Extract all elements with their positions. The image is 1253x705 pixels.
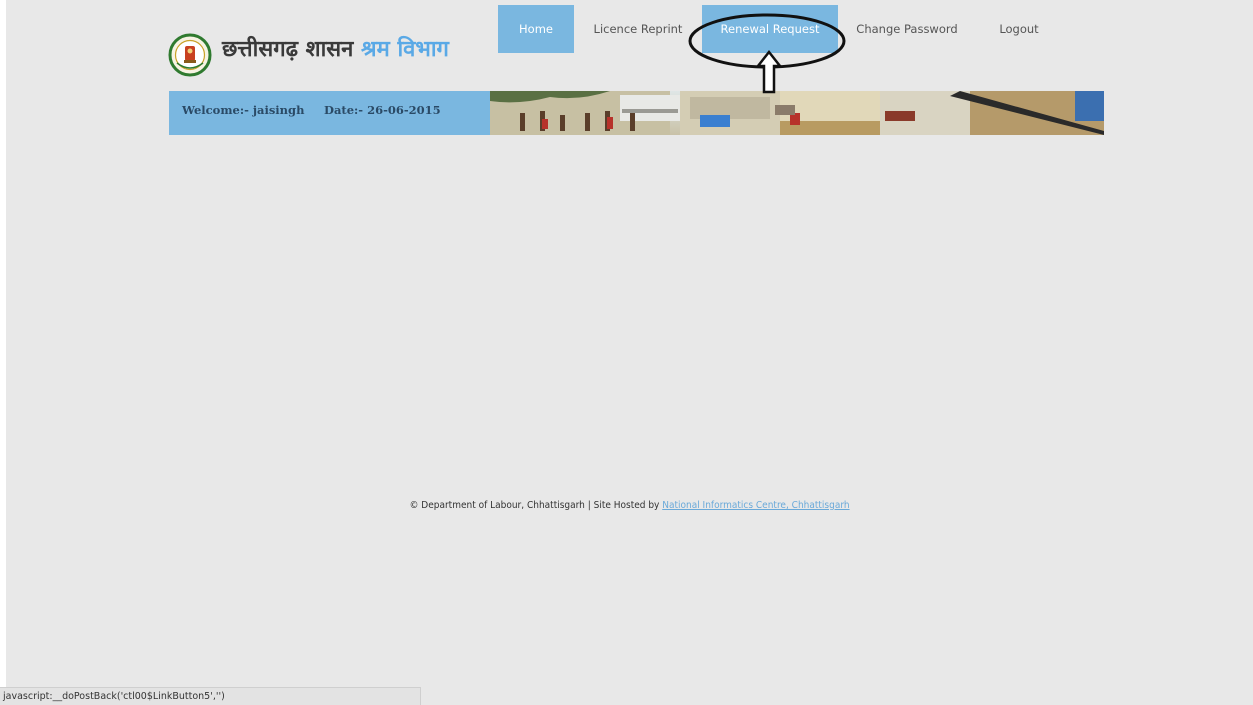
footer: © Department of Labour, Chhattisgarh | S… xyxy=(6,500,1253,511)
site-title: छत्तीसगढ़ शासन श्रम विभाग xyxy=(222,33,449,63)
nav-renewal-request[interactable]: Renewal Request xyxy=(702,5,838,53)
nav-licence-reprint[interactable]: Licence Reprint xyxy=(580,5,696,53)
site-title-department: श्रम विभाग xyxy=(361,36,449,62)
nav-change-password[interactable]: Change Password xyxy=(844,5,970,53)
welcome-bar: Welcome:- jaisingh Date:- 26-06-2015 xyxy=(169,91,490,135)
browser-status-bar: javascript:__doPostBack('ctl00$LinkButto… xyxy=(0,687,421,705)
state-emblem-icon xyxy=(168,33,212,77)
site-title-state: छत्तीसगढ़ शासन xyxy=(222,36,354,62)
welcome-text: Welcome:- jaisingh xyxy=(182,103,305,117)
banner-image xyxy=(490,91,1104,135)
footer-copyright: © Department of Labour, Chhattisgarh | S… xyxy=(409,500,660,511)
date-text: Date:- 26-06-2015 xyxy=(324,103,441,117)
nav-logout[interactable]: Logout xyxy=(976,5,1062,53)
page: छत्तीसगढ़ शासन श्रम विभाग Home Licence R… xyxy=(6,0,1253,705)
nav-home[interactable]: Home xyxy=(498,5,574,53)
footer-nic-link[interactable]: National Informatics Centre, Chhattisgar… xyxy=(662,500,849,511)
